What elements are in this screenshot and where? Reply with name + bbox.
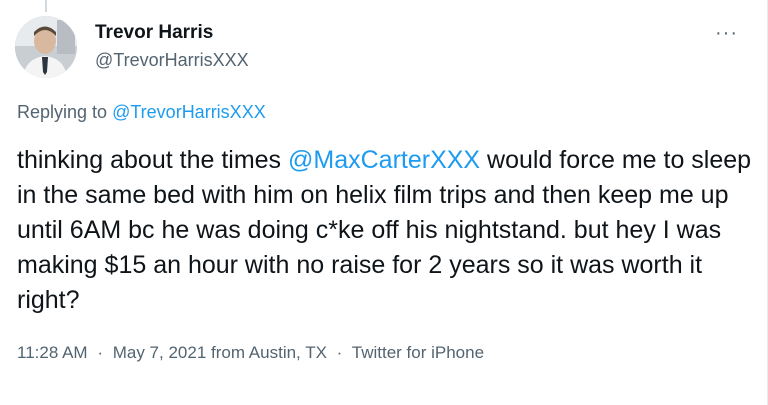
meta-separator: · — [336, 343, 343, 362]
tweet-meta: 11:28 AM · May 7, 2021 from Austin, TX ·… — [17, 343, 484, 363]
avatar[interactable] — [15, 16, 77, 78]
reply-prefix: Replying to — [17, 102, 108, 122]
author-handle[interactable]: @TrevorHarrisXXX — [95, 50, 249, 71]
tweet-date[interactable]: May 7, 2021 — [113, 343, 207, 362]
tweet-text: thinking about the times @MaxCarterXXX w… — [17, 143, 752, 318]
tweet-location[interactable]: from Austin, TX — [211, 343, 327, 362]
tweet-text-before: thinking about the times — [17, 146, 288, 174]
mention-link[interactable]: @MaxCarterXXX — [288, 146, 480, 174]
more-options-icon[interactable]: ··· — [715, 22, 738, 45]
reply-context: Replying to @TrevorHarrisXXX — [17, 102, 266, 123]
tweet-time[interactable]: 11:28 AM — [17, 343, 88, 362]
meta-separator: · — [97, 343, 103, 362]
tweet-source[interactable]: Twitter for iPhone — [352, 343, 484, 362]
person-avatar-icon — [15, 16, 77, 78]
author-name[interactable]: Trevor Harris — [95, 22, 213, 44]
reply-handle-link[interactable]: @TrevorHarrisXXX — [112, 102, 266, 122]
tweet: Trevor Harris @TrevorHarrisXXX ··· Reply… — [0, 0, 768, 405]
